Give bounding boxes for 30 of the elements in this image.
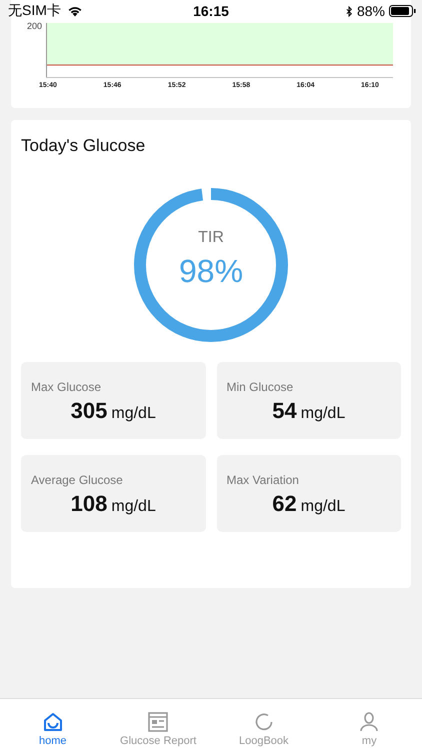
stat-label: Max Glucose <box>31 380 102 394</box>
stat-value: 108 <box>70 491 108 517</box>
unit-text: mg/dL <box>300 405 346 423</box>
tab[interactable]: LoogBook <box>211 699 316 750</box>
unit-text: mg/dL <box>111 405 156 423</box>
unit-text: mg/dL <box>111 498 156 516</box>
stat-label: Min Glucose <box>226 380 294 394</box>
home-icon <box>42 712 63 732</box>
loading-icon <box>254 712 274 732</box>
wifi-icon <box>66 5 83 17</box>
person-icon <box>359 712 380 732</box>
tab[interactable]: home <box>0 699 106 750</box>
stat-label: Max Variation <box>226 473 300 487</box>
tir-value: 98% <box>178 252 244 290</box>
axis-label: 200 <box>27 21 42 31</box>
document-icon <box>148 712 168 732</box>
carrier-text: 无SIM卡 <box>8 2 61 20</box>
section-title: Today's Glucose <box>21 135 146 156</box>
clock-text: 16:15 <box>193 3 229 19</box>
battery-icon <box>389 5 416 17</box>
tab[interactable]: Glucose Report <box>106 699 211 750</box>
stat-label: Average Glucose <box>31 473 124 487</box>
unit-text: mg/dL <box>300 498 346 516</box>
bluetooth-icon <box>346 6 353 16</box>
tir-label: TIR <box>198 228 224 246</box>
stat-value: 62 <box>272 491 297 517</box>
stat-value: 54 <box>272 398 297 424</box>
tab[interactable]: my <box>316 699 422 750</box>
battery-text: 88% <box>356 3 385 19</box>
stat-value: 305 <box>70 398 108 424</box>
